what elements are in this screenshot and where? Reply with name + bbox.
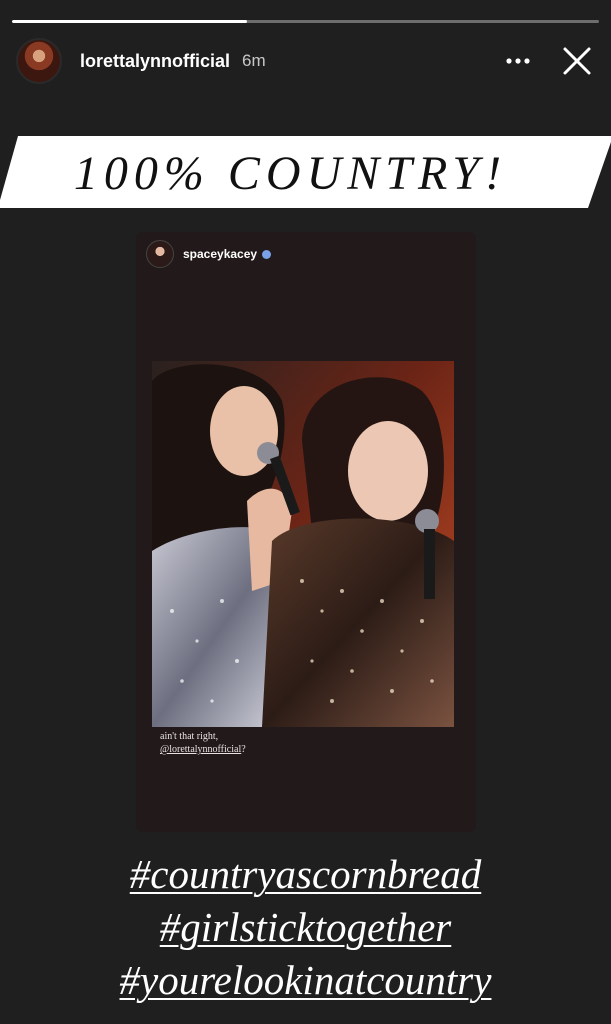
photo-illustration (152, 361, 454, 727)
verified-badge-icon (262, 249, 272, 259)
banner-sticker[interactable]: 100% COUNTRY! (0, 136, 611, 208)
banner-text: 100% COUNTRY! (73, 147, 508, 200)
username[interactable]: lorettalynnofficial (80, 51, 230, 72)
hashtag-link[interactable]: #yourelookinatcountry (0, 954, 611, 1007)
shared-post-caption: ain't that right, @lorettalynnofficial? (160, 730, 246, 756)
shared-post-username[interactable]: spaceykacey (183, 247, 257, 261)
avatar[interactable] (16, 38, 62, 84)
timestamp: 6m (242, 51, 266, 70)
story-header: lorettalynnofficial 6m (16, 36, 595, 86)
shared-post-card[interactable]: spaceykacey ain't that right, @lorettaly… (136, 232, 476, 832)
close-icon[interactable] (559, 43, 595, 79)
shared-post-header: spaceykacey (146, 240, 272, 268)
story-progress-fill (12, 20, 247, 23)
shared-post-photo[interactable] (152, 361, 454, 727)
caption-mention-line: @lorettalynnofficial? (160, 743, 246, 756)
hashtag-link[interactable]: #girlsticktogether (0, 901, 611, 954)
story-viewer[interactable]: lorettalynnofficial 6m 100% COUNTRY! spa… (0, 0, 611, 1024)
caption-suffix: ? (241, 744, 246, 755)
story-progress-bar (12, 20, 599, 23)
caption-line: ain't that right, (160, 731, 219, 742)
more-horizontal-icon[interactable] (503, 46, 533, 76)
shared-post-avatar[interactable] (146, 240, 174, 268)
caption-mention-link[interactable]: @lorettalynnofficial (160, 744, 241, 755)
hashtag-link[interactable]: #countryascornbread (0, 848, 611, 901)
hashtag-list: #countryascornbread #girlsticktogether #… (0, 848, 611, 1007)
